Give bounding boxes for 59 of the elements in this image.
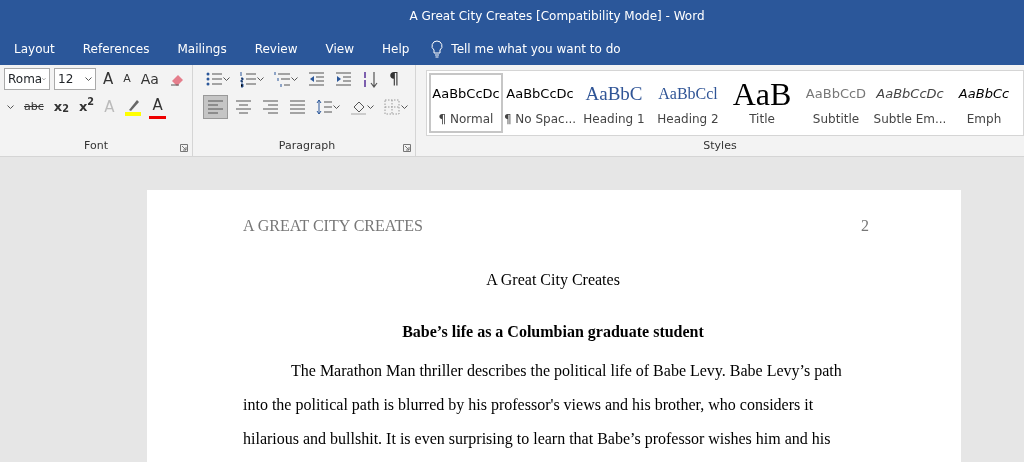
decrease-indent-icon [308,70,325,88]
borders-icon [384,98,401,116]
strikethrough-button[interactable]: abc [21,95,47,119]
change-case-button[interactable]: Aa [137,67,162,91]
grow-font-button[interactable]: A [100,67,117,91]
caret-icon [85,77,92,81]
caret-icon [291,77,298,81]
dialog-launcher-icon[interactable] [403,144,411,152]
font-size-field[interactable]: 12 [54,68,96,90]
show-formatting-button[interactable]: ¶ [386,67,403,91]
ribbon-tab[interactable]: Help [368,39,424,58]
style-item[interactable]: AaB Title [725,73,799,133]
caret-icon [223,77,230,81]
caret-icon [401,105,408,109]
sort-icon [362,70,379,88]
shrink-font-button[interactable]: A [120,67,134,91]
caret-icon [367,105,374,109]
caret-icon [257,77,264,81]
dialog-launcher-icon[interactable] [180,144,188,152]
highlighter-icon [124,98,143,116]
group-label: Font [84,137,108,154]
align-left-icon [207,98,224,116]
style-item[interactable]: AaBbCcD Subtitle [799,73,873,133]
window-title: A Great City Creates [Compatibility Mode] - Word [409,8,705,25]
style-item[interactable]: AaBbCc Emph [947,73,1021,133]
increase-indent-icon [335,70,352,88]
running-header: A GREAT CITY CREATES [243,216,423,236]
style-item[interactable]: AaBbCcDc ¶ No Spac... [503,73,577,133]
style-item[interactable]: AaBbC Heading 1 [577,73,651,133]
style-item[interactable]: AaBbCcDc ¶ Normal [429,73,503,133]
group-label: Styles [703,137,737,154]
numbered-list-icon [240,70,257,88]
page-number: 2 [861,216,869,236]
section-heading: Babe’s life as a Columbian graduate student [401,322,705,343]
ribbon-tab[interactable]: Layout [0,39,69,58]
line-spacing-icon [316,98,333,116]
ribbon-tab[interactable]: Mailings [163,39,241,58]
superscript-button[interactable]: x$^{2}$ [75,95,98,119]
bullets-icon [206,70,223,88]
ribbon-tab[interactable]: Review [240,39,312,58]
ribbon-tab[interactable]: References [68,39,164,58]
font-color-button[interactable]: A [149,95,166,119]
font-name-field[interactable]: Roma [4,68,50,90]
body-paragraph: The Marathon Man thriller describes the political life of Babe Levy. Babe Levy’s path into the political path is blurred by his professor's views and his brother, who considers it hilarious and bullshit. It is even surprising to learn that Babe’s professor wishes him and his [243,361,843,450]
search-field[interactable]: Tell me what you want to do [451,39,652,58]
subscript-button[interactable]: x$_{2}$ [50,95,72,119]
lightbulb-icon [431,39,444,58]
multilevel-list-icon [274,70,291,88]
style-item[interactable]: AaBbCcl Heading 2 [651,73,725,133]
caret-icon [333,105,340,109]
justify-icon [289,98,306,116]
document-title: A Great City Creates [485,270,621,291]
style-item[interactable]: AaBbCcDc Subtle Em... [873,73,947,133]
align-center-icon [235,98,252,116]
align-right-icon [262,98,279,116]
caret-icon [42,77,46,81]
caret-icon [7,105,14,109]
ribbon-tab[interactable]: View [311,39,368,58]
group-label: Paragraph [278,137,336,154]
